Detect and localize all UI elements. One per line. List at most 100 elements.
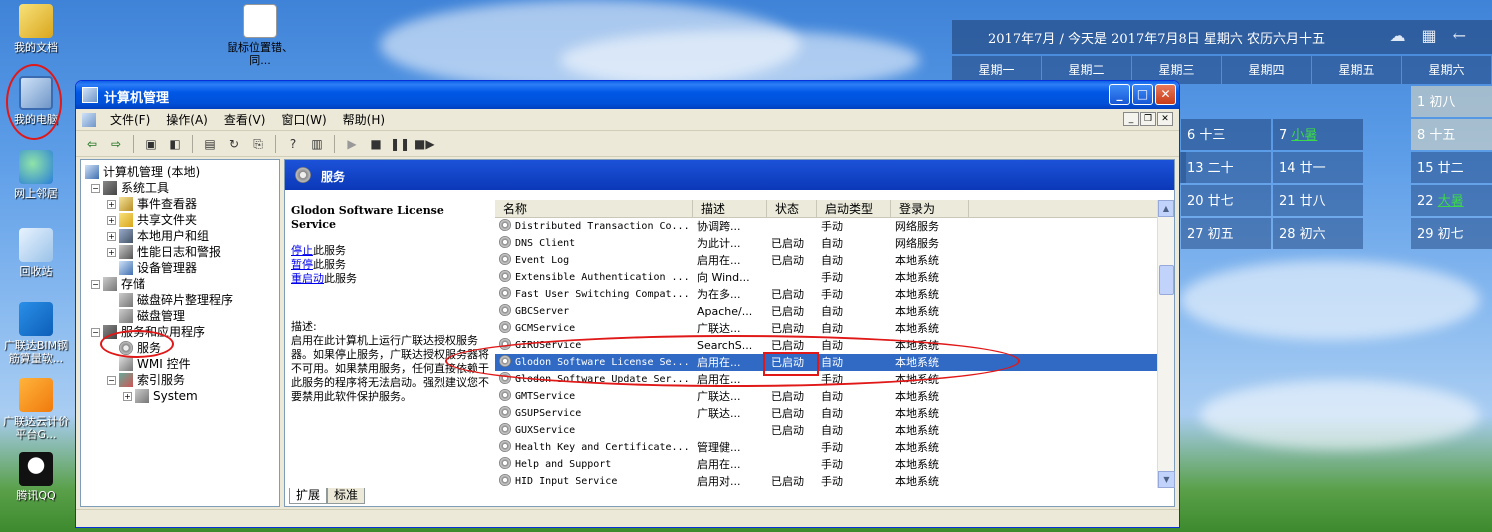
tree-item-shared-folders[interactable]: + 共享文件夹: [85, 212, 279, 228]
collapse-icon[interactable]: −: [91, 183, 100, 193]
mdi-close-button[interactable]: ✕: [1157, 112, 1173, 126]
scroll-up-arrow[interactable]: ▲: [1158, 200, 1174, 217]
calendar-day[interactable]: 1 初八: [1411, 86, 1492, 117]
calendar-day[interactable]: 13 二十: [1181, 152, 1271, 183]
calendar-day-today[interactable]: 8 十五: [1411, 119, 1492, 150]
table-row[interactable]: Health Key and Certificate... 管理健... 手动 本地系…: [495, 439, 1170, 456]
tree-item-perf-logs[interactable]: + 性能日志和警报: [85, 244, 279, 260]
tab-extended[interactable]: 扩展: [289, 488, 328, 504]
menu-action[interactable]: 操作(A): [158, 111, 216, 128]
table-row[interactable]: GIRUService SearchS... 已启动 自动 本地系统: [495, 337, 1170, 354]
table-row[interactable]: Distributed Transaction Co... 协调跨... 手动 网络服…: [495, 218, 1170, 235]
desktop-icon-my-computer[interactable]: 我的电脑: [0, 76, 72, 126]
start-service-icon[interactable]: ▶: [342, 134, 362, 154]
tab-standard[interactable]: 标准: [327, 488, 366, 504]
calendar-day[interactable]: 22 大暑: [1411, 185, 1492, 216]
console-icon[interactable]: ▥: [307, 134, 327, 154]
table-row[interactable]: GSUPService 广联达... 已启动 自动 本地系统: [495, 405, 1170, 422]
tree-item-services-apps[interactable]: − 服务和应用程序: [85, 324, 279, 340]
calendar-day[interactable]: 7 小暑: [1273, 119, 1363, 150]
table-row[interactable]: GBCServer Apache/... 已启动 自动 本地系统: [495, 303, 1170, 320]
column-description[interactable]: 描述: [693, 200, 767, 217]
expand-icon[interactable]: +: [107, 215, 116, 225]
calendar-day[interactable]: 6 十三: [1181, 119, 1271, 150]
desktop-icon-glodon-bim[interactable]: 广联达BIM钢筋算量软...: [0, 302, 72, 365]
back-arrow-icon[interactable]: ⇦: [82, 134, 102, 154]
restart-service-link[interactable]: 重启动: [291, 272, 324, 285]
tree-item-defrag[interactable]: 磁盘碎片整理程序: [85, 292, 279, 308]
tree-item-wmi[interactable]: WMI 控件: [85, 356, 279, 372]
table-row[interactable]: Fast User Switching Compat... 为在多... 已启动 手动…: [495, 286, 1170, 303]
table-row[interactable]: DNS Client 为此计... 已启动 自动 网络服务: [495, 235, 1170, 252]
menu-view[interactable]: 查看(V): [216, 111, 274, 128]
tree-item-local-users[interactable]: + 本地用户和组: [85, 228, 279, 244]
minimize-button[interactable]: _: [1109, 84, 1130, 105]
tree-item-services[interactable]: 服务: [85, 340, 279, 356]
desktop-icon-file[interactable]: 鼠标位置错、同...: [224, 4, 296, 67]
menu-help[interactable]: 帮助(H): [335, 111, 393, 128]
calendar-day[interactable]: 20 廿七: [1181, 185, 1271, 216]
close-button[interactable]: ✕: [1155, 84, 1176, 105]
table-row[interactable]: Extensible Authentication ... 向 Wind... 手动…: [495, 269, 1170, 286]
tree-item-event-viewer[interactable]: + 事件查看器: [85, 196, 279, 212]
tree-item-indexing[interactable]: − 索引服务: [85, 372, 279, 388]
maximize-button[interactable]: □: [1132, 84, 1153, 105]
tree-item-system[interactable]: + System: [85, 388, 279, 404]
forward-arrow-icon[interactable]: ⇨: [106, 134, 126, 154]
desktop-icon-recycle-bin[interactable]: 回收站: [0, 228, 72, 278]
desktop-icon-qq[interactable]: 腾讯QQ: [0, 452, 72, 502]
calendar-tools[interactable]: ☁▦←: [1389, 26, 1482, 45]
mdi-restore-button[interactable]: ❐: [1140, 112, 1156, 126]
pause-service-icon[interactable]: ❚❚: [390, 134, 410, 154]
calendar-day[interactable]: 29 初七: [1411, 218, 1492, 249]
tree-item-root[interactable]: 计算机管理 (本地): [85, 164, 279, 180]
table-row[interactable]: GCMService 广联达... 已启动 自动 本地系统: [495, 320, 1170, 337]
calendar-day[interactable]: 27 初五: [1181, 218, 1271, 249]
menu-window[interactable]: 窗口(W): [273, 111, 334, 128]
menu-file[interactable]: 文件(F): [102, 111, 158, 128]
expand-icon[interactable]: +: [107, 231, 116, 241]
title-bar[interactable]: 计算机管理 _ □ ✕: [76, 81, 1179, 109]
table-row[interactable]: GUXService 已启动 自动 本地系统: [495, 422, 1170, 439]
calendar-day[interactable]: 28 初六: [1273, 218, 1363, 249]
tree-item-system-tools[interactable]: − 系统工具: [85, 180, 279, 196]
column-startup-type[interactable]: 启动类型: [817, 200, 891, 217]
column-logon-as[interactable]: 登录为: [891, 200, 969, 217]
column-status[interactable]: 状态: [767, 200, 817, 217]
collapse-icon[interactable]: −: [107, 375, 116, 385]
table-row[interactable]: Help and Support 启用在... 手动 本地系统: [495, 456, 1170, 473]
desktop-icon-glodon-cloud[interactable]: 广联达云计价平台G...: [0, 378, 72, 441]
calendar-day[interactable]: 21 廿八: [1273, 185, 1363, 216]
tree-item-storage[interactable]: − 存储: [85, 276, 279, 292]
stop-service-link[interactable]: 停止: [291, 244, 313, 257]
expand-icon[interactable]: +: [107, 199, 116, 209]
scroll-down-arrow[interactable]: ▼: [1158, 471, 1175, 488]
export-icon[interactable]: ⎘: [248, 134, 268, 154]
show-hide-tree-icon[interactable]: ◧: [165, 134, 185, 154]
table-row[interactable]: Glodon Software Update Ser... 启用在... 手动 本地系…: [495, 371, 1170, 388]
calendar-day[interactable]: 14 廿一: [1273, 152, 1363, 183]
desktop-icon-network[interactable]: 网上邻居: [0, 150, 72, 200]
collapse-icon[interactable]: −: [91, 327, 100, 337]
desktop-icon-my-documents[interactable]: 我的文档: [0, 4, 72, 54]
list-scrollbar[interactable]: ▲ ▼: [1157, 200, 1175, 488]
expand-icon[interactable]: +: [107, 247, 116, 257]
expand-icon[interactable]: +: [123, 391, 132, 401]
help-icon[interactable]: ?: [283, 134, 303, 154]
table-row[interactable]: Glodon Software License Se... 启用在... 已启动 自动…: [495, 354, 1170, 371]
restart-service-icon[interactable]: ■▶: [414, 134, 435, 154]
mdi-minimize-button[interactable]: _: [1123, 112, 1139, 126]
tree-item-disk-mgmt[interactable]: 磁盘管理: [85, 308, 279, 324]
stop-service-icon[interactable]: ■: [366, 134, 386, 154]
up-folder-icon[interactable]: ▣: [141, 134, 161, 154]
calendar-day[interactable]: 15 廿二: [1411, 152, 1492, 183]
tree-item-device-manager[interactable]: 设备管理器: [85, 260, 279, 276]
column-name[interactable]: 名称: [495, 200, 693, 217]
table-row[interactable]: Event Log 启用在... 已启动 自动 本地系统: [495, 252, 1170, 269]
collapse-icon[interactable]: −: [91, 279, 100, 289]
properties-icon[interactable]: ▤: [200, 134, 220, 154]
pause-service-link[interactable]: 暂停: [291, 258, 313, 271]
refresh-icon[interactable]: ↻: [224, 134, 244, 154]
table-row[interactable]: HID Input Service 启用对... 已启动 手动 本地系统: [495, 473, 1170, 488]
scroll-thumb[interactable]: [1159, 265, 1174, 295]
